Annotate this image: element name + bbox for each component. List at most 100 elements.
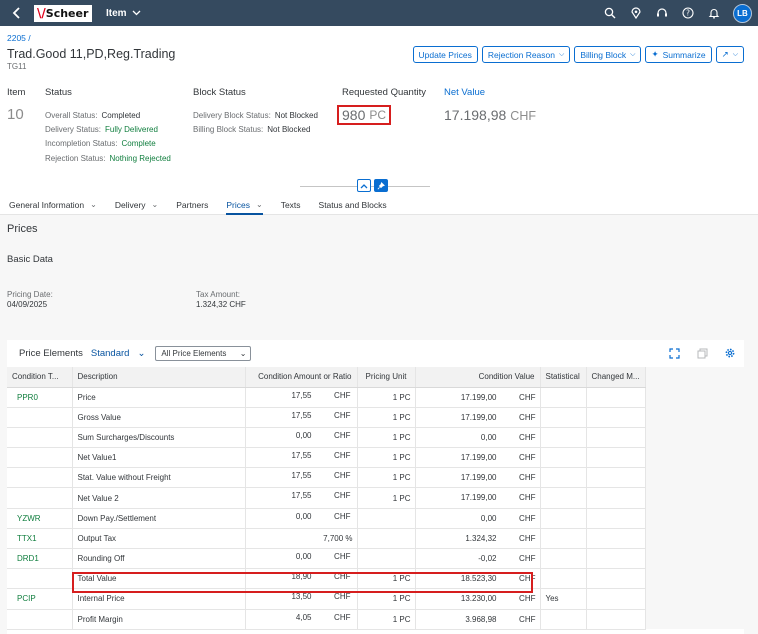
help-icon[interactable]: ? xyxy=(681,6,695,20)
tab-texts[interactable]: Texts xyxy=(281,196,301,215)
sparkle-icon: ✦ xyxy=(651,49,659,59)
table-row[interactable]: Profit Margin 4,05 CHF 1 PC 3.968,98 CHF xyxy=(7,609,744,630)
fullscreen-icon[interactable] xyxy=(668,347,680,359)
breadcrumb[interactable]: 2205 / xyxy=(7,33,31,43)
pin-icon[interactable] xyxy=(374,179,388,192)
status-title: Status xyxy=(45,87,72,98)
column-header[interactable]: Pricing Unit xyxy=(357,367,416,388)
column-header[interactable]: Statistical xyxy=(540,367,587,388)
table-row[interactable]: Gross Value 17,55 CHF 1 PC 17.199,00 CHF xyxy=(7,407,744,428)
condition-amount-cell: 0,00 CHF xyxy=(245,548,358,570)
condition-amount-currency: CHF xyxy=(334,552,351,561)
row-filler xyxy=(645,588,744,610)
settings-icon[interactable] xyxy=(724,347,736,359)
billing-block-value: Not Blocked xyxy=(267,125,311,134)
tab-delivery[interactable]: Delivery ⌄ xyxy=(115,196,158,215)
billing-block-button[interactable]: Billing Block ⌵ xyxy=(574,46,642,63)
condition-type-cell: PPR0 xyxy=(7,387,73,408)
condition-value-currency: CHF xyxy=(519,594,536,604)
condition-value-cell: 17.199,00 CHF xyxy=(415,447,541,469)
column-header[interactable]: Condition Value xyxy=(415,367,541,388)
tab-status-and-blocks[interactable]: Status and Blocks xyxy=(319,196,387,215)
row-filler xyxy=(645,487,744,509)
condition-value: 13.230,00 xyxy=(460,594,497,604)
condition-amount-currency: CHF xyxy=(334,572,351,582)
page-subtitle: TG11 xyxy=(7,62,27,71)
column-header[interactable]: Condition Amount or Ratio xyxy=(245,367,358,388)
billing-block-label-text: Billing Block Status: xyxy=(193,125,264,134)
row-filler xyxy=(645,407,744,428)
condition-value-currency: CHF xyxy=(519,574,536,584)
column-header[interactable]: Condition T... xyxy=(7,367,73,388)
tab-label: Prices xyxy=(226,200,250,210)
tab-partners[interactable]: Partners xyxy=(176,196,208,215)
condition-amount: 17,55 xyxy=(291,410,312,420)
tab-general-information[interactable]: General Information ⌄ xyxy=(9,196,97,215)
table-row[interactable]: Sum Surcharges/Discounts 0,00 CHF 1 PC 0,00 C… xyxy=(7,427,744,449)
rejection-reason-button[interactable]: Rejection Reason ⌵ xyxy=(481,46,571,63)
table-row[interactable]: TTX1 Output Tax 7,700 % 1.324,32 CHF xyxy=(7,528,744,550)
table-row[interactable]: Net Value 2 17,55 CHF 1 PC 17.199,00 CHF xyxy=(7,487,744,509)
condition-type-cell xyxy=(7,447,73,469)
condition-value: 0,00 xyxy=(480,432,497,442)
net-value-title[interactable]: Net Value xyxy=(444,87,485,98)
table-row[interactable]: PCIP Internal Price 13,50 CHF 1 PC 13.230,00 C… xyxy=(7,588,744,610)
table-row[interactable]: Stat. Value without Freight 17,55 CHF 1 PC 1… xyxy=(7,467,744,489)
row-filler xyxy=(645,508,744,529)
app-title[interactable]: Item xyxy=(106,8,127,19)
statistical-cell xyxy=(540,487,587,509)
logo-text: Scheer xyxy=(45,6,89,20)
condition-value-cell: 17.199,00 CHF xyxy=(415,467,541,489)
statistical-cell: Yes xyxy=(540,588,587,610)
delivery-block-status: Delivery Block Status: Not Blocked xyxy=(193,111,318,120)
variant-selector[interactable]: Standard ⌄ xyxy=(91,348,146,359)
delivery-block-value: Not Blocked xyxy=(274,111,318,120)
description-cell: Net Value1 xyxy=(72,447,246,469)
changed-manually-cell xyxy=(586,588,646,610)
table-row[interactable]: PPR0 Price 17,55 CHF 1 PC 17.199,00 CHF xyxy=(7,387,744,408)
location-icon[interactable] xyxy=(629,6,643,20)
condition-value-currency: CHF xyxy=(519,412,536,422)
filter-value: All Price Elements xyxy=(161,349,227,358)
column-header[interactable]: Description xyxy=(72,367,246,388)
condition-amount-currency: CHF xyxy=(334,471,351,481)
price-elements-card: Price Elements Standard ⌄ All Price Eleme… xyxy=(7,340,744,634)
condition-amount-cell: 17,55 CHF xyxy=(245,467,358,489)
copy-icon[interactable] xyxy=(696,347,708,359)
notification-icon[interactable] xyxy=(707,6,721,20)
header-filler xyxy=(645,367,744,387)
price-elements-filter[interactable]: All Price Elements ⌄ xyxy=(155,346,252,361)
collapse-icon[interactable] xyxy=(357,179,371,192)
update-prices-label: Update Prices xyxy=(418,49,472,60)
pricing-unit-cell: 1 PC xyxy=(357,447,416,469)
table-row[interactable]: Total Value 18,90 CHF 1 PC 18.523,30 CHF xyxy=(7,568,744,590)
avatar[interactable]: LB xyxy=(733,3,752,23)
company-logo[interactable]: \/ Scheer xyxy=(34,4,92,22)
column-header[interactable]: Changed M... xyxy=(586,367,646,388)
condition-type-cell: PCIP xyxy=(7,588,73,610)
overall-status: Overall Status: Completed xyxy=(45,111,140,120)
back-icon[interactable] xyxy=(6,0,28,26)
condition-amount-currency: CHF xyxy=(334,612,351,622)
row-filler xyxy=(645,568,744,589)
rejection-status-value: Nothing Rejected xyxy=(109,154,171,163)
condition-amount-cell: 13,50 CHF xyxy=(245,588,358,610)
table-row[interactable]: Net Value1 17,55 CHF 1 PC 17.199,00 CHF xyxy=(7,447,744,469)
condition-value-cell: 3.968,98 CHF xyxy=(415,609,541,630)
condition-value-currency: CHF xyxy=(519,453,536,463)
share-button[interactable]: ↗ ⌵ xyxy=(715,46,744,63)
search-icon[interactable] xyxy=(603,6,617,20)
table-row[interactable]: YZWR Down Pay./Settlement 0,00 CHF 0,00 CHF xyxy=(7,508,744,529)
pricing-unit-cell: 1 PC xyxy=(357,467,416,489)
support-icon[interactable] xyxy=(655,6,669,20)
summarize-button[interactable]: ✦ Summarize xyxy=(645,46,712,63)
table-row[interactable]: DRD1 Rounding Off 0,00 CHF -0,02 CHF xyxy=(7,548,744,570)
incompletion-status: Incompletion Status: Complete xyxy=(45,139,156,148)
chevron-down-icon[interactable] xyxy=(132,8,141,18)
statistical-cell xyxy=(540,447,587,469)
condition-value-cell: 17.199,00 CHF xyxy=(415,407,541,428)
update-prices-button[interactable]: Update Prices xyxy=(412,46,478,63)
condition-value-currency: CHF xyxy=(519,533,536,543)
statistical-cell xyxy=(540,467,587,489)
tab-prices[interactable]: Prices ⌄ xyxy=(226,196,264,215)
